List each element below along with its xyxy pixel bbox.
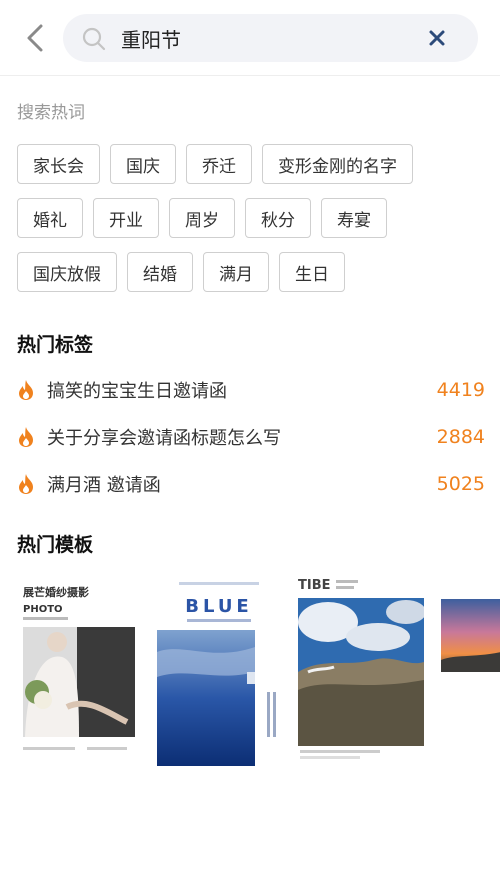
keyword-tag[interactable]: 开业: [93, 198, 159, 238]
blue-template-image: BLUE: [157, 572, 281, 767]
keyword-tag[interactable]: 家长会: [17, 144, 100, 184]
wedding-template-image: 展芒婚纱摄影 PHOTO: [17, 572, 139, 767]
back-button[interactable]: [22, 22, 50, 54]
hot-tag-text: 满月酒 邀请函: [47, 474, 161, 496]
tag-row: 家长会 国庆 乔迁 变形金刚的名字: [17, 144, 487, 184]
template-card-sunset[interactable]: [441, 572, 500, 767]
list-item[interactable]: 满月酒 邀请函 5025: [17, 460, 487, 507]
template-card-title: TIBE: [298, 578, 331, 593]
keyword-tag[interactable]: 国庆: [110, 144, 176, 184]
search-icon: [82, 27, 106, 51]
sunset-template-image: [441, 572, 500, 767]
tag-row: 国庆放假 结婚 满月 生日: [17, 252, 487, 292]
template-card-blue[interactable]: BLUE: [157, 572, 281, 767]
fire-icon: [19, 379, 33, 400]
template-card-wedding[interactable]: 展芒婚纱摄影 PHOTO: [17, 572, 139, 767]
keyword-tag[interactable]: 周岁: [169, 198, 235, 238]
hot-tag-count: 5025: [436, 472, 485, 495]
list-item[interactable]: 搞笑的宝宝生日邀请函 4419: [17, 366, 487, 413]
hot-tags-list: 搞笑的宝宝生日邀请函 4419 关于分享会邀请函标题怎么写 2884 满月酒 邀…: [17, 366, 487, 507]
hot-keywords-label: 搜索热词: [17, 103, 85, 123]
template-carousel[interactable]: 展芒婚纱摄影 PHOTO BLUE TIBE: [17, 572, 500, 772]
hot-tag-text: 关于分享会邀请函标题怎么写: [47, 427, 281, 449]
fire-icon: [19, 426, 33, 447]
keyword-tag[interactable]: 婚礼: [17, 198, 83, 238]
template-card-title: BLUE: [185, 596, 252, 617]
keyword-tag[interactable]: 寿宴: [321, 198, 387, 238]
hot-tag-text: 搞笑的宝宝生日邀请函: [47, 380, 227, 402]
hot-tag-count: 2884: [436, 425, 485, 448]
search-bar[interactable]: [63, 14, 478, 62]
keyword-tag[interactable]: 结婚: [127, 252, 193, 292]
tag-row: 婚礼 开业 周岁 秋分 寿宴: [17, 198, 487, 238]
keyword-tag[interactable]: 满月: [203, 252, 269, 292]
hot-tag-count: 4419: [436, 378, 485, 401]
keyword-tag[interactable]: 变形金刚的名字: [262, 144, 413, 184]
template-card-tibe[interactable]: TIBE: [298, 572, 426, 767]
fire-icon: [19, 473, 33, 494]
tibe-template-image: TIBE: [298, 572, 426, 767]
search-input[interactable]: [121, 22, 421, 54]
hot-keywords: 家长会 国庆 乔迁 变形金刚的名字 婚礼 开业 周岁 秋分 寿宴 国庆放假 结婚…: [17, 144, 487, 306]
keyword-tag[interactable]: 乔迁: [186, 144, 252, 184]
chevron-left-icon: [27, 24, 43, 52]
close-icon[interactable]: [428, 29, 446, 47]
keyword-tag[interactable]: 国庆放假: [17, 252, 117, 292]
header: [0, 0, 500, 76]
template-card-subtitle: PHOTO: [23, 604, 63, 615]
list-item[interactable]: 关于分享会邀请函标题怎么写 2884: [17, 413, 487, 460]
keyword-tag[interactable]: 生日: [279, 252, 345, 292]
hot-tags-title: 热门标签: [17, 334, 94, 356]
template-card-title: 展芒婚纱摄影: [22, 585, 89, 599]
keyword-tag[interactable]: 秋分: [245, 198, 311, 238]
hot-templates-title: 热门模板: [17, 534, 94, 556]
